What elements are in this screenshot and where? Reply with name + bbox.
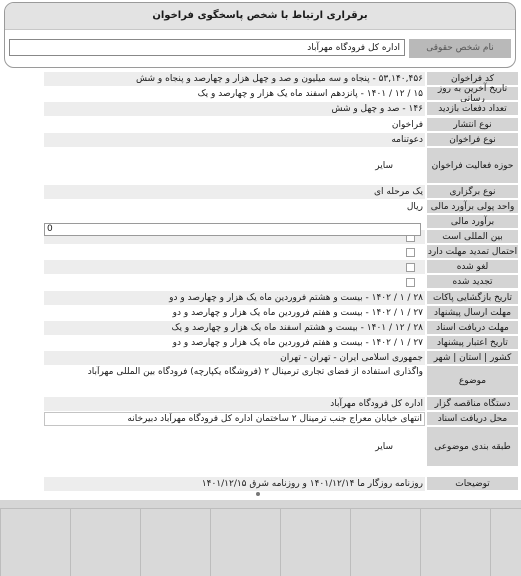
- row-submit-deadline: مهلت ارسال پیشنهاد ۲۷ / ۱ / ۱۴۰۲ - بیست …: [44, 306, 518, 320]
- field-label: کشور | استان | شهر: [427, 351, 518, 365]
- field-label: واحد پولی برآورد مالی: [427, 200, 518, 214]
- row-opening-date: تاریخ بازگشایی پاکات ۲۸ / ۱ / ۱۴۰۲ - بیس…: [44, 291, 518, 305]
- field-label: احتمال تمدید مهلت دارد: [427, 245, 518, 259]
- extension-checkbox[interactable]: [406, 247, 415, 257]
- row-last-update: تاریخ آخرین به روز رسانی ۱۵ / ۱۲ / ۱۴۰۱ …: [44, 84, 518, 104]
- field-label: نوع برگزاری: [427, 185, 518, 199]
- row-organizer: دستگاه مناقصه گزار اداره کل فرودگاه مهرآ…: [44, 397, 518, 411]
- field-value: فراخوان: [391, 120, 423, 130]
- field-label: تجدید شده: [427, 275, 518, 289]
- field-value: [44, 275, 425, 289]
- footer-area: [0, 500, 521, 576]
- contact-panel: برقراری ارتباط با شخص پاسخگوی فراخوان نا…: [4, 2, 516, 68]
- row-renewed: تجدید شده: [44, 275, 518, 289]
- field-value: ریال: [406, 202, 423, 212]
- field-value: [44, 260, 425, 274]
- field-value: واگذاری استفاده از فضای تجاری ترمینال ۲ …: [87, 367, 423, 377]
- field-label: طبقه بندی موضوعی: [427, 427, 518, 467]
- contact-title: برقراری ارتباط با شخص پاسخگوی فراخوان: [5, 3, 515, 30]
- field-value: اداره کل فرودگاه مهرآباد: [44, 397, 425, 411]
- field-value: ۲۷ / ۱ / ۱۴۰۲ - بیست و هفتم فروردین ماه …: [172, 338, 423, 348]
- row-validity-date: تاریخ اعتبار پیشنهاد ۲۷ / ۱ / ۱۴۰۲ - بیس…: [44, 336, 518, 350]
- field-value: دعوتنامه: [44, 133, 425, 147]
- field-label: محل دریافت اسناد: [427, 412, 518, 426]
- field-value: ۲۷ / ۱ / ۱۴۰۲ - بیست و هفتم فروردین ماه …: [172, 308, 423, 318]
- field-value: سایر: [44, 427, 425, 467]
- cancelled-checkbox[interactable]: [406, 262, 415, 272]
- row-doc-deadline: مهلت دریافت اسناد ۲۸ / ۱۲ / ۱۴۰۱ - بیست …: [44, 321, 518, 335]
- field-label: نوع انتشار: [427, 118, 518, 132]
- field-value: ۱۴۶ - صد و چهل و شش: [44, 102, 425, 116]
- legal-name-field[interactable]: اداره کل فرودگاه مهرآباد: [9, 39, 405, 56]
- field-label: دستگاه مناقصه گزار: [427, 397, 518, 411]
- row-call-type: نوع فراخوان دعوتنامه: [44, 133, 518, 147]
- field-label: تعداد دفعات بازدید: [427, 102, 518, 116]
- row-category: طبقه بندی موضوعی سایر: [44, 427, 518, 467]
- field-label: مهلت ارسال پیشنهاد: [427, 306, 518, 320]
- estimate-field[interactable]: 0: [44, 223, 421, 236]
- row-description: توضیحات روزنامه روزگار ما ۱۴۰۱/۱۲/۱۴ و ر…: [44, 477, 518, 491]
- field-value: سایر: [44, 148, 425, 184]
- row-subject: موضوع واگذاری استفاده از فضای تجاری ترمی…: [44, 366, 518, 396]
- tender-details-table: کد فراخوان ۵۳,۱۴۰,۴۵۶ - پنجاه و سه میلیو…: [44, 72, 518, 497]
- row-location: کشور | استان | شهر جمهوری اسلامی ایران -…: [44, 351, 518, 365]
- field-value: یک مرحله ای: [44, 185, 425, 199]
- row-doc-address: محل دریافت اسناد انتهای خیابان معراج جنب…: [44, 412, 518, 426]
- footer-pattern: [0, 508, 521, 576]
- field-value: جمهوری اسلامی ایران - تهران - تهران: [44, 351, 425, 365]
- bullet-icon: [256, 492, 260, 496]
- row-view-count: تعداد دفعات بازدید ۱۴۶ - صد و چهل و شش: [44, 102, 518, 116]
- field-value-text: سایر: [375, 161, 393, 171]
- legal-name-label: نام شخص حقوقی: [409, 39, 511, 58]
- field-label: حوزه فعالیت فراخوان: [427, 148, 518, 184]
- row-activity-area: حوزه فعالیت فراخوان سایر: [44, 148, 518, 184]
- field-value: ۱۵ / ۱۲ / ۱۴۰۱ - پانزدهم اسفند ماه یک هز…: [197, 89, 423, 99]
- field-value: انتهای خیابان معراج جنب ترمینال ۲ ساختما…: [44, 412, 425, 426]
- field-value-text: سایر: [375, 442, 393, 452]
- field-value: [44, 245, 425, 259]
- row-extension: احتمال تمدید مهلت دارد: [44, 245, 518, 259]
- row-hold-type: نوع برگزاری یک مرحله ای: [44, 185, 518, 199]
- field-label: توضیحات: [427, 477, 518, 491]
- field-value: ۲۸ / ۱ / ۱۴۰۲ - بیست و هشتم فروردین ماه …: [44, 291, 425, 305]
- legal-name-row: نام شخص حقوقی اداره کل فرودگاه مهرآباد: [9, 39, 511, 58]
- field-label: تاریخ آخرین به روز رسانی: [427, 84, 518, 104]
- row-publish-type: نوع انتشار فراخوان: [44, 118, 518, 132]
- field-label: لغو شده: [427, 260, 518, 274]
- renewed-checkbox[interactable]: [406, 277, 415, 287]
- row-currency: واحد پولی برآورد مالی ریال: [44, 200, 518, 214]
- field-label: بین المللی است: [427, 230, 518, 244]
- field-label: نوع فراخوان: [427, 133, 518, 147]
- field-label: مهلت دریافت اسناد: [427, 321, 518, 335]
- field-value: ۲۸ / ۱۲ / ۱۴۰۱ - بیست و هشتم اسفند ماه ی…: [44, 321, 425, 335]
- row-cancelled: لغو شده: [44, 260, 518, 274]
- field-label: تاریخ اعتبار پیشنهاد: [427, 336, 518, 350]
- field-label: برآورد مالی: [427, 215, 518, 229]
- field-value: روزنامه روزگار ما ۱۴۰۱/۱۲/۱۴ و روزنامه ش…: [44, 477, 425, 491]
- field-value: ۵۳,۱۴۰,۴۵۶ - پنجاه و سه میلیون و صد و چه…: [44, 72, 425, 86]
- field-label: تاریخ بازگشایی پاکات: [427, 291, 518, 305]
- field-label: موضوع: [427, 366, 518, 396]
